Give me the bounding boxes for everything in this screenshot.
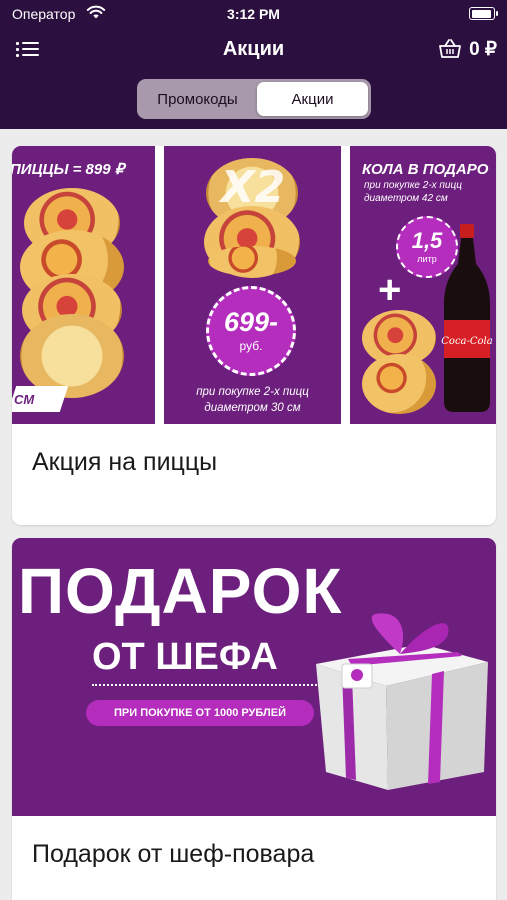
plus-sign: + — [378, 268, 402, 312]
condition-badge: ПРИ ПОКУПКЕ ОТ 1000 РУБЛЕЙ — [86, 700, 314, 726]
gift-box-icon — [316, 613, 488, 790]
panel-cola-title: КОЛА В ПОДАРО — [362, 161, 489, 178]
promotion-banner: ПИЦЦЫ = 899 ₽ СМ X2 699- руб. при покупк… — [12, 146, 496, 424]
status-bar: Оператор 3:12 PM — [0, 0, 507, 30]
tab-promotions[interactable]: Акции — [257, 82, 368, 116]
promotion-card[interactable]: ПОДАРОК ОТ ШЕФА ПРИ ПОКУПКЕ ОТ 1000 РУБЛ… — [12, 538, 496, 900]
svg-text:X2: X2 — [218, 162, 286, 212]
panel-price-text: ПИЦЦЫ = 899 ₽ — [12, 161, 125, 178]
banner-panel-pizza-price: ПИЦЦЫ = 899 ₽ СМ — [12, 146, 155, 424]
pizza-image — [362, 354, 436, 414]
badge-unit: руб. — [239, 339, 263, 353]
page-title: Акции — [222, 38, 285, 60]
x2-icon: X2 — [218, 162, 286, 212]
divider — [92, 684, 332, 686]
cart-button[interactable]: 0 ₽ — [439, 36, 497, 62]
promotion-banner: ПОДАРОК ОТ ШЕФА ПРИ ПОКУПКЕ ОТ 1000 РУБЛ… — [12, 538, 496, 816]
banner-headline: ПОДАРОК — [18, 555, 343, 627]
bottle-label: Coca-Cola — [441, 336, 492, 347]
panel-note-line2: диаметром 42 см — [364, 193, 448, 204]
banner-panel-two-pizzas: X2 699- руб. при покупке 2-х пицц диамет… — [164, 146, 341, 424]
battery-icon — [469, 7, 498, 20]
price-badge: 699- руб. — [206, 286, 296, 376]
panel-note-line1: при покупке 2-х пицц — [196, 386, 309, 398]
segment-control: Промокоды Акции — [137, 79, 371, 119]
badge-price: 699- — [223, 307, 279, 337]
clock: 3:12 PM — [227, 6, 280, 22]
tab-promo-codes[interactable]: Промокоды — [140, 82, 255, 116]
banner-subheadline: ОТ ШЕФА — [92, 636, 278, 678]
promotion-card[interactable]: ПИЦЦЫ = 899 ₽ СМ X2 699- руб. при покупк… — [12, 146, 496, 525]
promotion-title: Подарок от шеф-повара — [32, 840, 315, 868]
cart-total: 0 ₽ — [469, 38, 497, 60]
pizza-image — [208, 246, 296, 276]
cola-bottle-icon: Coca-Cola — [441, 224, 493, 412]
app-header: Оператор 3:12 PM Акции 0 ₽ Промокоды Акц… — [0, 0, 507, 129]
basket-icon — [439, 39, 461, 58]
size-tag-text: СМ — [14, 392, 35, 407]
banner-panel-cola-gift: КОЛА В ПОДАРО при покупке 2-х пицц диаме… — [350, 146, 496, 424]
promotion-title: Акция на пиццы — [32, 448, 218, 476]
panel-note-line1: при покупке 2-х пицц — [364, 180, 462, 191]
panel-note-line2: диаметром 30 см — [204, 402, 301, 414]
